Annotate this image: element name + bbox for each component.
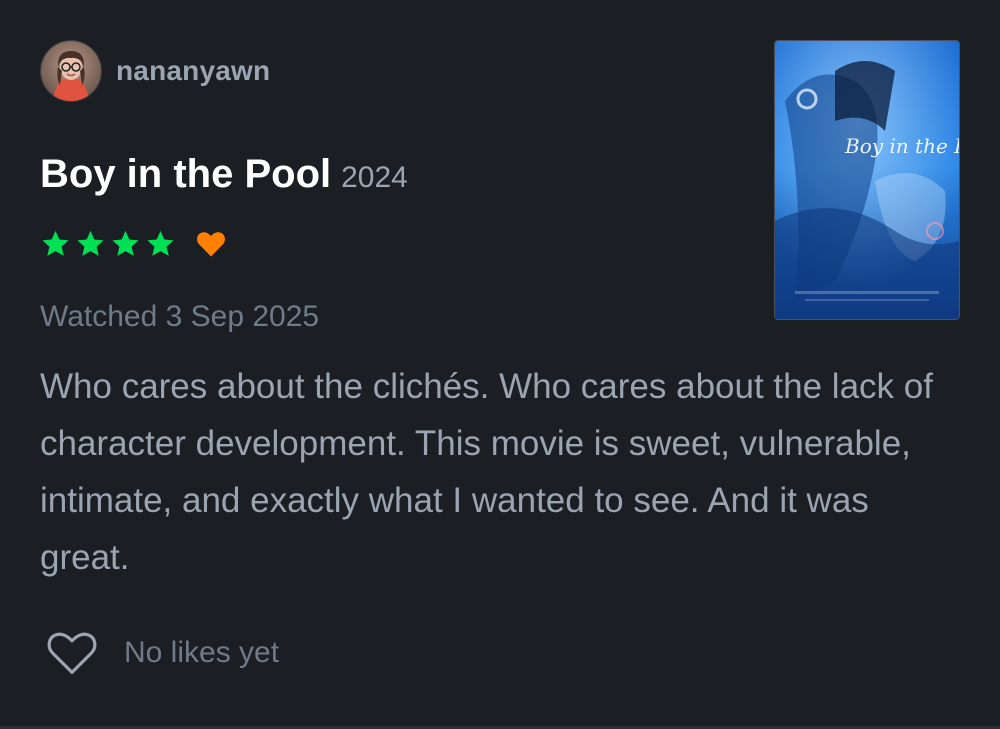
star-icon [42, 230, 69, 256]
film-year[interactable]: 2024 [341, 161, 408, 195]
heart-outline-icon[interactable] [46, 630, 98, 676]
likes: No likes yet [46, 628, 279, 678]
film-title[interactable]: Boy in the Pool [40, 152, 331, 197]
review-card: nananyawn Boy in the Pool 2024 Watched 3… [0, 0, 1000, 729]
watched-date[interactable]: Watched 3 Sep 2025 [40, 300, 319, 334]
review-author[interactable]: nananyawn [40, 40, 270, 102]
poster-image: Boy in the Pool [775, 41, 959, 319]
film-poster[interactable]: Boy in the Pool [774, 40, 960, 320]
poster-title-text: Boy in the Pool [844, 134, 959, 158]
rating [40, 226, 226, 262]
star-icon [112, 230, 139, 256]
star-icon [77, 230, 104, 256]
review-text: Who cares about the clichés. Who cares a… [40, 367, 933, 577]
avatar[interactable] [40, 40, 102, 102]
avatar-image [41, 41, 101, 101]
film-heading: Boy in the Pool 2024 [40, 152, 408, 197]
username[interactable]: nananyawn [116, 55, 270, 87]
star-icon [147, 230, 174, 256]
liked-heart-icon [197, 232, 225, 257]
likes-count: No likes yet [124, 636, 280, 669]
